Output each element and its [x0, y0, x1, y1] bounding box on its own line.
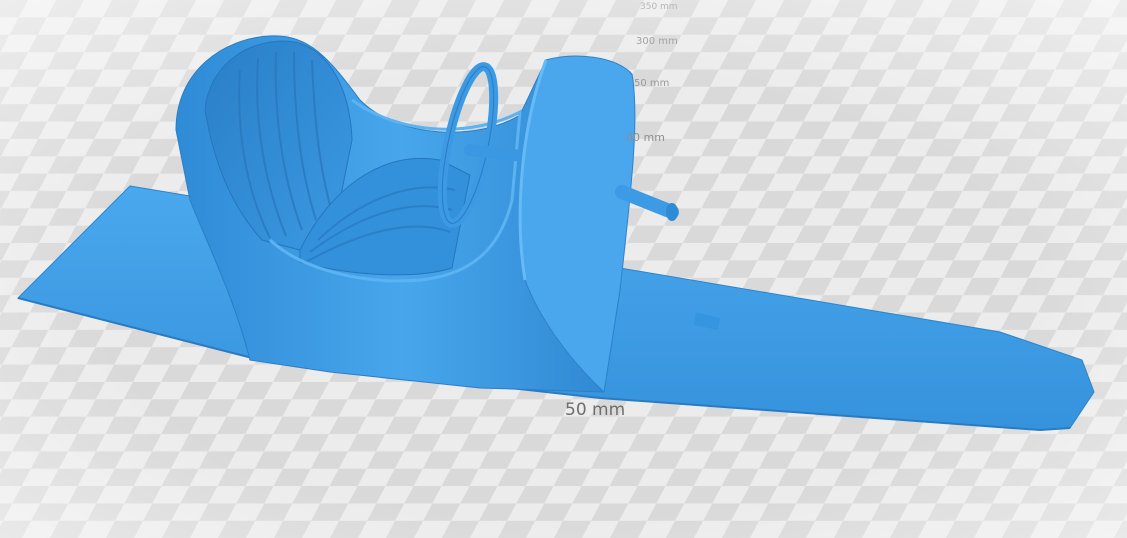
scale-label-250: 50 mm — [634, 78, 670, 89]
scale-label-300: 300 mm — [636, 36, 678, 47]
scale-label-50: 50 mm — [565, 400, 626, 420]
scale-label-200: 00 mm — [626, 131, 665, 144]
build-plate-scene[interactable] — [0, 0, 1127, 538]
scale-label-350: 350 mm — [640, 2, 678, 12]
3d-viewport[interactable]: 350 mm 300 mm 50 mm 00 mm 50 mm — [0, 0, 1127, 538]
